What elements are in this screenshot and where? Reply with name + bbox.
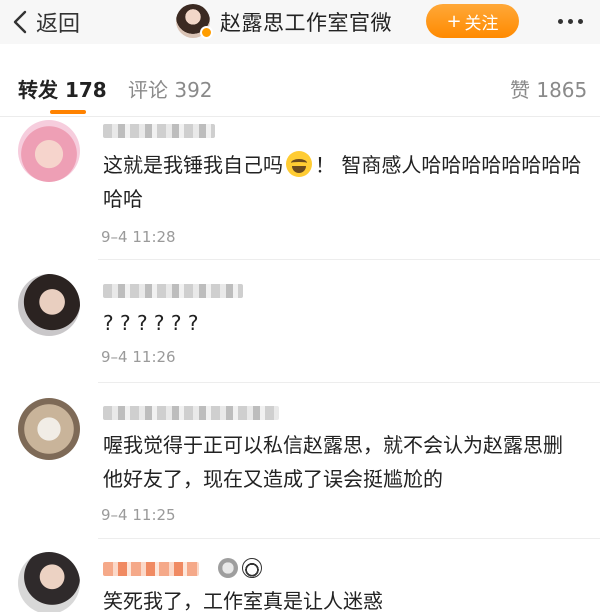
panda-badge-icon bbox=[242, 558, 262, 578]
top-nav-bar: 返回 赵露思工作室官微 + 关注 bbox=[0, 0, 600, 44]
laugh-cry-emoji bbox=[286, 151, 312, 177]
avatar[interactable] bbox=[18, 398, 80, 460]
tab-repost[interactable]: 转发 178 bbox=[18, 74, 107, 114]
follow-button[interactable]: + 关注 bbox=[426, 4, 519, 38]
follow-label: 关注 bbox=[464, 13, 499, 34]
username-blurred[interactable] bbox=[103, 406, 279, 420]
divider bbox=[98, 259, 600, 260]
username-blurred[interactable] bbox=[103, 284, 243, 298]
comment-text: 喔我觉得于正可以私信赵露思，就不会认为赵露思删他好友了，现在又造成了误会挺尴尬的 bbox=[103, 433, 563, 491]
divider bbox=[98, 382, 600, 383]
comment-text: ? ? ? ? ? ? bbox=[103, 311, 199, 335]
username-blurred[interactable] bbox=[103, 124, 215, 138]
comment-time: 9–4 11:28 bbox=[101, 228, 176, 246]
comment-text: 这就是我锤我自己吗！ 智商感人哈哈哈哈哈哈哈哈哈哈 bbox=[103, 151, 582, 211]
username-blurred[interactable] bbox=[103, 562, 199, 576]
verified-badge-icon bbox=[200, 26, 213, 39]
tab-like[interactable]: 赞 1865 bbox=[510, 74, 587, 103]
avatar[interactable] bbox=[18, 274, 80, 336]
avatar[interactable] bbox=[18, 120, 80, 182]
avatar[interactable] bbox=[18, 552, 80, 612]
plus-icon: + bbox=[446, 10, 462, 32]
comment-time: 9–4 11:26 bbox=[101, 348, 176, 366]
more-options-icon[interactable] bbox=[552, 6, 588, 36]
back-button[interactable]: 返回 bbox=[12, 4, 80, 40]
comment-text: 笑死我了，工作室真是让人迷惑 bbox=[103, 589, 383, 612]
account-name[interactable]: 赵露思工作室官微 bbox=[220, 7, 392, 37]
divider bbox=[0, 116, 600, 117]
divider bbox=[98, 538, 600, 539]
tab-comment[interactable]: 评论 392 bbox=[128, 74, 213, 103]
tab-bar: 转发 178 评论 392 赞 1865 bbox=[0, 62, 600, 116]
comment-time: 9–4 11:25 bbox=[101, 506, 176, 524]
back-label: 返回 bbox=[36, 12, 81, 37]
medal-badge-icon bbox=[218, 558, 238, 578]
chevron-left-icon bbox=[13, 10, 27, 34]
